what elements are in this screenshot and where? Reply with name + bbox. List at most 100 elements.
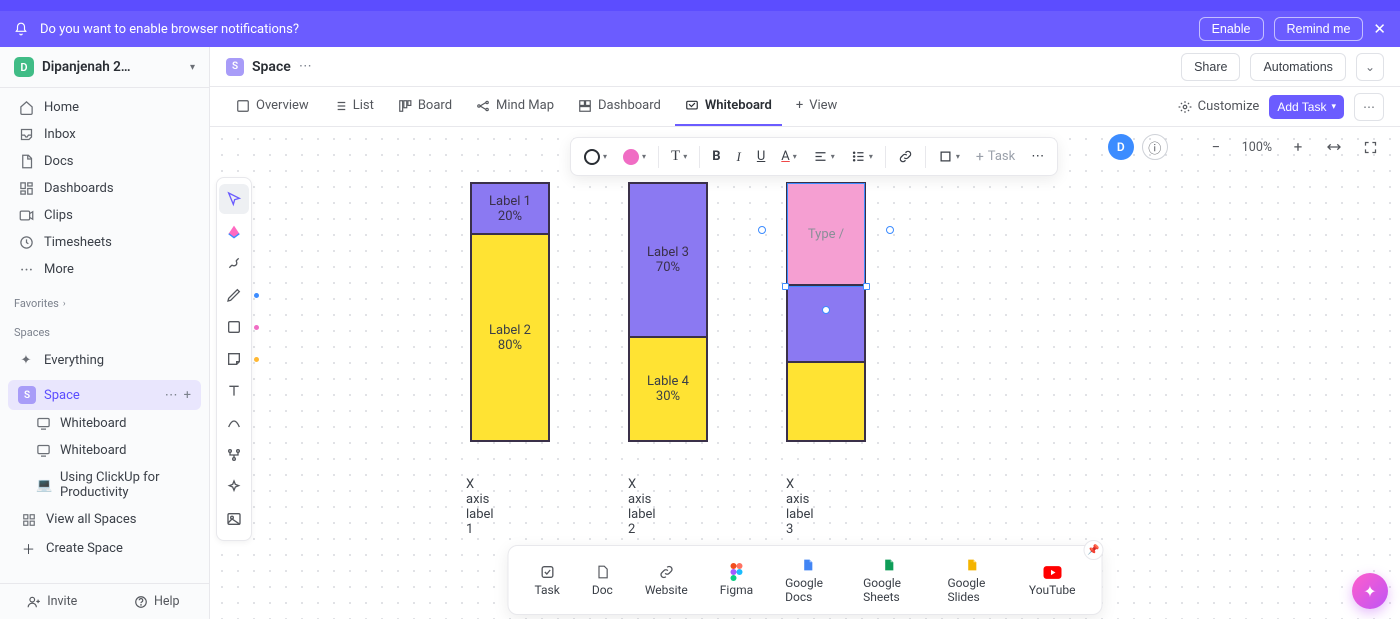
- help-button[interactable]: Help: [105, 584, 210, 619]
- pointer-tool[interactable]: [219, 184, 249, 214]
- sidebar-item-timesheets[interactable]: Timesheets: [8, 229, 201, 256]
- whiteboard-icon: [36, 416, 52, 431]
- connector-tool[interactable]: [219, 248, 249, 278]
- sidebar-item-clips[interactable]: Clips: [8, 202, 201, 229]
- add-task-button[interactable]: Add Task▾: [1269, 95, 1344, 119]
- tab-dashboard[interactable]: Dashboard: [568, 88, 671, 126]
- plus-icon: +: [796, 98, 803, 113]
- tab-mindmap[interactable]: Mind Map: [466, 88, 564, 126]
- shape-tool[interactable]: [219, 312, 249, 342]
- workspace-switcher[interactable]: D Dipanjenah 2… ▾: [0, 47, 209, 88]
- sidebar-label: Everything: [44, 353, 104, 368]
- dock-gdocs[interactable]: Google Docs: [771, 552, 845, 608]
- breadcrumb-name[interactable]: Space: [252, 59, 291, 75]
- dock-figma[interactable]: Figma: [706, 559, 767, 601]
- sidebar-item-space[interactable]: S Space ⋯+: [8, 380, 201, 410]
- dock-website[interactable]: Website: [631, 559, 702, 601]
- fullscreen-button[interactable]: [1356, 133, 1384, 161]
- mindmap-icon: [476, 99, 490, 113]
- pin-icon[interactable]: 📌: [1084, 540, 1104, 560]
- zoom-value[interactable]: 100%: [1238, 140, 1276, 155]
- position-picker[interactable]: ▾: [931, 143, 967, 170]
- ai-fab[interactable]: ✦: [1352, 573, 1388, 609]
- x-axis-label: X axis label 1: [466, 477, 494, 537]
- sidebar-item-whiteboard[interactable]: Whiteboard: [8, 437, 201, 464]
- fill-color-picker[interactable]: ▾: [616, 143, 653, 171]
- youtube-icon: [1043, 563, 1061, 581]
- dock-gsheets[interactable]: Google Sheets: [849, 552, 929, 608]
- chart-column[interactable]: Label 370% Lable 430%: [628, 182, 708, 442]
- sidebar-item-home[interactable]: Home: [8, 94, 201, 121]
- resize-handle[interactable]: [758, 226, 766, 234]
- italic-button[interactable]: I: [730, 143, 748, 171]
- stroke-color-picker[interactable]: ▾: [577, 143, 614, 171]
- automations-button[interactable]: Automations: [1250, 53, 1345, 81]
- resize-handle[interactable]: [822, 306, 830, 314]
- zoom-in-button[interactable]: +: [1284, 133, 1312, 161]
- space-name: Space: [44, 388, 80, 403]
- tab-list[interactable]: List: [323, 88, 384, 126]
- info-icon[interactable]: ⓘ: [1142, 134, 1168, 160]
- text-tool[interactable]: [219, 376, 249, 406]
- segment-label: Label 3: [647, 245, 689, 260]
- link-button[interactable]: [891, 143, 920, 170]
- sidebar-item-docs[interactable]: Docs: [8, 148, 201, 175]
- text-color-picker[interactable]: A▾: [774, 143, 804, 170]
- text-style-picker[interactable]: T▾: [664, 142, 694, 171]
- more-icon[interactable]: ⋯: [1354, 93, 1384, 121]
- user-avatar[interactable]: D: [1108, 134, 1134, 160]
- ai-tool[interactable]: [219, 472, 249, 502]
- sidebar-item-more[interactable]: More: [8, 256, 201, 283]
- align-picker[interactable]: ▾: [806, 143, 842, 170]
- add-task-toolbar[interactable]: +Task: [969, 143, 1022, 171]
- sidebar-item-everything[interactable]: ✦Everything: [8, 347, 201, 374]
- invite-button[interactable]: Invite: [0, 584, 105, 619]
- resize-handle[interactable]: [886, 226, 894, 234]
- more-icon[interactable]: ⋯: [165, 388, 178, 403]
- plus-icon[interactable]: +: [184, 388, 191, 403]
- resize-handle[interactable]: [863, 283, 870, 290]
- doc-emoji-icon: 💻: [36, 478, 52, 493]
- tab-add-view[interactable]: +View: [786, 88, 848, 126]
- bold-button[interactable]: B: [705, 143, 727, 170]
- more-icon[interactable]: ⋯: [1024, 143, 1051, 170]
- dock-gslides[interactable]: Google Slides: [933, 552, 1010, 608]
- whiteboard-canvas[interactable]: ▾ ▾ T▾ B I U A▾ ▾ ▾ ▾ +Task ⋯ D ⓘ: [210, 127, 1400, 619]
- sidebar-item-inbox[interactable]: Inbox: [8, 121, 201, 148]
- close-icon[interactable]: ✕: [1373, 20, 1386, 38]
- zoom-out-button[interactable]: −: [1202, 133, 1230, 161]
- sidebar-item-dashboards[interactable]: Dashboards: [8, 175, 201, 202]
- sidebar-item-productivity[interactable]: 💻Using ClickUp for Productivity: [8, 464, 201, 506]
- chart-column[interactable]: Label 120% Label 280%: [470, 182, 550, 442]
- dock-task[interactable]: Task: [521, 559, 574, 601]
- underline-button[interactable]: U: [750, 143, 772, 170]
- tab-whiteboard[interactable]: Whiteboard: [675, 88, 782, 126]
- embed-dock: Task Doc Website Figma Google Docs Googl…: [508, 545, 1103, 615]
- docs-icon: [18, 154, 34, 169]
- sidebar-item-whiteboard[interactable]: Whiteboard: [8, 410, 201, 437]
- diagram-tool[interactable]: [219, 440, 249, 470]
- fit-width-button[interactable]: [1320, 133, 1348, 161]
- share-button[interactable]: Share: [1181, 53, 1240, 81]
- enable-button[interactable]: Enable: [1199, 17, 1264, 41]
- dock-doc[interactable]: Doc: [578, 559, 627, 601]
- tab-overview[interactable]: Overview: [226, 88, 319, 126]
- image-tool[interactable]: [219, 504, 249, 534]
- line-tool[interactable]: [219, 408, 249, 438]
- sticky-tool[interactable]: [219, 344, 249, 374]
- remind-me-button[interactable]: Remind me: [1274, 17, 1364, 41]
- clickup-tool[interactable]: [219, 216, 249, 246]
- sidebar-item-create-space[interactable]: ＋Create Space: [8, 533, 201, 564]
- sidebar-section-favorites[interactable]: Favorites›: [0, 289, 209, 318]
- sidebar-label: Clips: [44, 208, 73, 223]
- sidebar-label: Inbox: [44, 127, 76, 142]
- customize-button[interactable]: Customize: [1178, 99, 1260, 114]
- pen-tool[interactable]: [219, 280, 249, 310]
- list-picker[interactable]: ▾: [844, 143, 880, 170]
- more-icon[interactable]: ⋯: [299, 59, 312, 74]
- resize-handle[interactable]: [782, 283, 789, 290]
- chevron-down-icon[interactable]: ⌄: [1356, 53, 1384, 81]
- dock-youtube[interactable]: YouTube: [1015, 559, 1090, 601]
- tab-board[interactable]: Board: [388, 88, 462, 126]
- sidebar-item-viewall[interactable]: View all Spaces: [8, 506, 201, 533]
